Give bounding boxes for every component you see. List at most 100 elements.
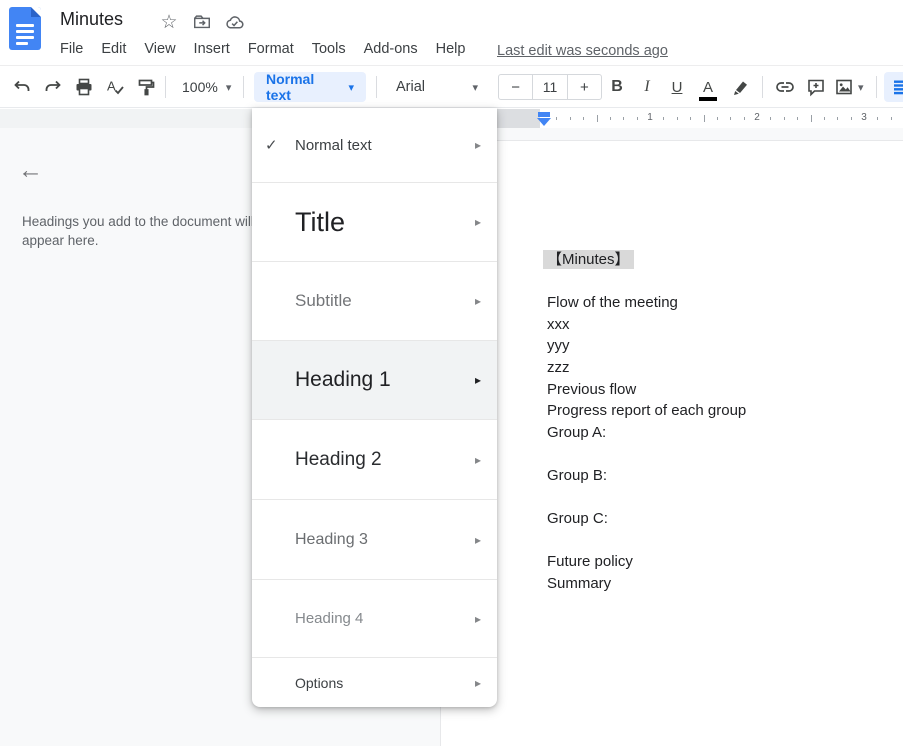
chevron-down-icon: ▾ <box>858 81 864 94</box>
style-menu-item-normal[interactable]: ✓ Normal text ▸ <box>252 108 497 183</box>
separator <box>165 76 166 98</box>
google-docs-app: Minutes ☆ File Edit View Insert Format Tools A… <box>0 0 903 746</box>
decrease-font-size-button[interactable]: − <box>499 75 532 99</box>
ruler-number: 2 <box>754 112 760 123</box>
doc-line[interactable] <box>547 487 746 509</box>
doc-line[interactable]: xxx <box>547 314 746 336</box>
doc-line[interactable] <box>547 530 746 552</box>
style-menu-item-label: Normal text <box>295 137 372 154</box>
submenu-arrow-icon: ▸ <box>475 676 481 690</box>
paint-format-icon[interactable] <box>132 73 160 101</box>
styles-select[interactable]: Normal text ▾ <box>254 72 366 102</box>
docs-logo-icon[interactable] <box>9 7 41 50</box>
insert-comment-icon[interactable] <box>802 73 830 101</box>
redo-icon[interactable] <box>39 73 67 101</box>
submenu-arrow-icon: ▸ <box>475 138 481 152</box>
submenu-arrow-icon: ▸ <box>475 612 481 626</box>
style-menu-item-label: Heading 1 <box>295 368 391 392</box>
doc-line[interactable]: Group A: <box>547 422 746 444</box>
style-menu-item-label: Title <box>295 207 345 238</box>
menu-view[interactable]: View <box>144 41 175 57</box>
selected-text[interactable]: 【Minutes】 <box>543 250 634 269</box>
doc-line[interactable] <box>547 271 746 293</box>
submenu-arrow-icon: ▸ <box>475 373 481 387</box>
submenu-arrow-icon: ▸ <box>475 453 481 467</box>
font-size-control: − 11 + <box>498 74 602 100</box>
style-menu-item-label: Subtitle <box>295 291 352 311</box>
menu-insert[interactable]: Insert <box>194 41 230 57</box>
style-menu-item-label: Heading 4 <box>295 610 363 627</box>
align-left-icon[interactable] <box>884 72 903 102</box>
ruler-number: 3 <box>861 112 867 123</box>
insert-link-icon[interactable] <box>771 73 799 101</box>
submenu-arrow-icon: ▸ <box>475 294 481 308</box>
style-menu-item-subtitle[interactable]: Subtitle ▸ <box>252 262 497 341</box>
style-menu-item-h3[interactable]: Heading 3 ▸ <box>252 500 497 580</box>
doc-line[interactable]: 【Minutes】 <box>547 249 746 271</box>
separator <box>762 76 763 98</box>
style-menu-item-h4[interactable]: Heading 4 ▸ <box>252 580 497 658</box>
menu-format[interactable]: Format <box>248 41 294 57</box>
doc-line[interactable]: Previous flow <box>547 379 746 401</box>
style-menu-item-label: Heading 3 <box>295 531 368 549</box>
menu-edit[interactable]: Edit <box>101 41 126 57</box>
doc-line[interactable] <box>547 443 746 465</box>
doc-line[interactable]: Flow of the meeting <box>547 292 746 314</box>
separator <box>376 76 377 98</box>
move-folder-icon[interactable] <box>191 11 213 33</box>
menu-bar: File Edit View Insert Format Tools Add-ons Help <box>60 41 465 57</box>
document-text[interactable]: 【Minutes】 Flow of the meetingxxxyyyzzzPr… <box>547 249 746 595</box>
style-menu-item-h1[interactable]: Heading 1 ▸ <box>252 341 497 420</box>
chevron-down-icon: ▾ <box>472 81 478 94</box>
submenu-arrow-icon: ▸ <box>475 215 481 229</box>
doc-line[interactable]: Progress report of each group <box>547 400 746 422</box>
doc-line[interactable]: zzz <box>547 357 746 379</box>
ruler-number: 1 <box>647 112 653 123</box>
style-menu-item-label: Options <box>295 675 343 691</box>
insert-image-icon[interactable] <box>832 73 856 101</box>
chevron-down-icon: ▾ <box>226 81 232 94</box>
text-color-icon[interactable]: A <box>694 73 722 101</box>
doc-line[interactable]: Summary <box>547 573 746 595</box>
font-select[interactable]: Arial ▾ <box>386 72 488 102</box>
style-menu-item-label: Heading 2 <box>295 449 382 471</box>
doc-line[interactable]: yyy <box>547 335 746 357</box>
insert-image-dropdown[interactable]: ▾ <box>856 72 866 102</box>
bold-icon[interactable]: B <box>603 73 631 101</box>
separator <box>243 76 244 98</box>
header: Minutes ☆ File Edit View Insert Format Tools A… <box>0 0 903 66</box>
print-icon[interactable] <box>70 73 98 101</box>
font-size-input[interactable]: 11 <box>532 75 566 99</box>
svg-text:A: A <box>107 79 116 94</box>
chevron-down-icon: ▾ <box>348 81 354 94</box>
menu-addons[interactable]: Add-ons <box>364 41 418 57</box>
cloud-saved-icon[interactable] <box>223 11 245 33</box>
style-menu-item-options[interactable]: Options ▸ <box>252 658 497 707</box>
menu-tools[interactable]: Tools <box>312 41 346 57</box>
undo-icon[interactable] <box>8 73 36 101</box>
increase-font-size-button[interactable]: + <box>567 75 601 99</box>
document-title[interactable]: Minutes <box>60 9 123 30</box>
style-menu-item-title[interactable]: Title ▸ <box>252 183 497 262</box>
toolbar: A 100% ▾ Normal text ▾ Arial ▾ − <box>0 67 903 108</box>
star-icon[interactable]: ☆ <box>158 11 180 33</box>
doc-line[interactable]: Group B: <box>547 465 746 487</box>
doc-line[interactable]: Group C: <box>547 508 746 530</box>
close-outline-icon[interactable]: ← <box>18 156 43 185</box>
styles-menu: ✓Normal text▸Title▸Subtitle▸Heading 1▸He… <box>252 108 497 707</box>
underline-icon[interactable]: U <box>663 73 691 101</box>
check-icon: ✓ <box>265 136 278 154</box>
spellcheck-icon[interactable]: A <box>101 73 129 101</box>
doc-line[interactable]: Future policy <box>547 551 746 573</box>
highlight-color-icon[interactable] <box>726 73 754 101</box>
italic-icon[interactable]: I <box>633 73 661 101</box>
last-edit-link[interactable]: Last edit was seconds ago <box>497 43 668 59</box>
document-page[interactable]: 【Minutes】 Flow of the meetingxxxyyyzzzPr… <box>440 140 903 746</box>
zoom-select[interactable]: 100% ▾ <box>176 72 237 102</box>
style-menu-item-h2[interactable]: Heading 2 ▸ <box>252 420 497 500</box>
separator <box>876 76 877 98</box>
menu-help[interactable]: Help <box>436 41 466 57</box>
menu-file[interactable]: File <box>60 41 83 57</box>
indent-marker-icon[interactable] <box>537 111 551 127</box>
submenu-arrow-icon: ▸ <box>475 533 481 547</box>
